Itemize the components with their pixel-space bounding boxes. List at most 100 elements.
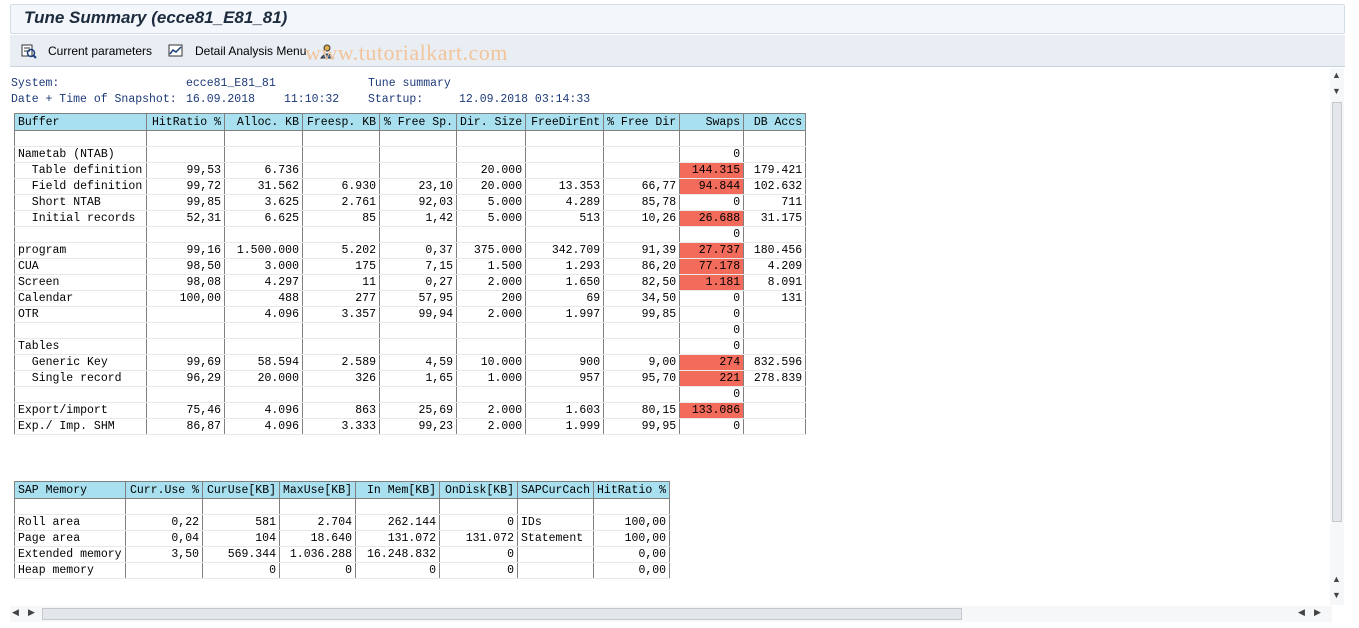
column-header[interactable]: FreeDirEnt [525,113,605,131]
table-cell: 25,69 [379,402,457,419]
vertical-scrollbar[interactable]: ▲ ▼ ▲ ▼ [1330,68,1344,605]
column-header[interactable]: DB Accs [743,113,807,131]
table-cell: 75,46 [146,402,225,419]
scroll-down-bottom-icon[interactable]: ▼ [1332,590,1341,600]
table-cell: 100,00 [146,290,225,307]
table-row: program 99,16 1.500.000 5.202 0,37 375.000 342… [14,242,807,259]
table-cell: 20.000 [224,370,303,387]
scroll-right-icon[interactable]: ▶ [28,607,35,618]
column-header[interactable]: MaxUse[KB] [278,481,357,499]
table-cell [455,322,527,339]
vertical-scroll-thumb[interactable] [1332,102,1342,522]
table-cell [525,146,605,163]
table-cell [302,146,380,163]
table-cell: 133.086 [679,402,745,419]
column-header[interactable]: SAPCurCach [517,481,595,499]
column-header[interactable]: Buffer [14,113,147,131]
table-cell: 1.293 [525,258,605,275]
table-cell: 16.248.832 [355,546,441,563]
table-cell: 2.000 [455,274,527,291]
table-cell: 0 [679,338,745,355]
table-cell: 58.594 [224,354,303,371]
column-header[interactable]: Swaps [679,113,745,131]
memory-header-row: SAP Memory Curr.Use % CurUse[KB] MaxUse[KB]… [14,481,671,499]
table-cell: 131.072 [439,530,519,547]
scroll-down-icon[interactable]: ▼ [1332,86,1341,96]
column-header[interactable]: OnDisk[KB] [439,481,519,499]
table-cell [224,338,303,355]
table-cell: Calendar [14,290,147,307]
table-cell [224,146,303,163]
table-cell: 0,00 [593,546,671,563]
detail-analysis-menu-button[interactable]: Detail Analysis Menu [167,41,306,61]
table-cell: 9,00 [603,354,681,371]
table-cell: Page area [14,530,126,547]
scroll-left-icon[interactable]: ◀ [12,607,19,618]
table-cell: Generic Key [14,354,147,371]
table-cell: 2.761 [302,194,380,211]
column-header[interactable]: Freesp. KB [302,113,380,131]
table-cell: 99,85 [146,194,225,211]
table-cell [202,498,280,515]
watermark: www.tutorialkart.com [305,40,508,65]
column-header[interactable]: % Free Dir [603,113,681,131]
table-cell: 7,15 [379,258,457,275]
table-row: Nametab (NTAB) 0 [14,146,807,163]
column-header[interactable]: Dir. Size [455,113,527,131]
column-header[interactable]: HitRatio % [593,481,671,499]
table-cell [743,402,807,419]
table-cell [603,338,681,355]
table-cell: 2.704 [278,514,357,531]
table-cell: 144.315 [679,162,745,179]
scroll-up-icon[interactable]: ▲ [1332,70,1341,80]
table-cell [603,322,681,339]
column-header[interactable]: Alloc. KB [224,113,303,131]
table-cell [146,306,225,323]
system-header: System: ecce81_E81_81 Tune summary Date … [11,77,590,109]
table-row: Roll area 0,22 581 2.704 262.144 0 IDs 100,00 [14,514,671,531]
table-cell [455,386,527,403]
scroll-left-end-icon[interactable]: ◀ [1298,607,1305,618]
table-cell [379,146,457,163]
table-cell: 0,22 [125,514,203,531]
table-cell [14,226,147,243]
table-cell: 1.500.000 [224,242,303,259]
table-cell: Nametab (NTAB) [14,146,147,163]
scroll-up-bottom-icon[interactable]: ▲ [1332,574,1341,584]
table-cell: 99,72 [146,178,225,195]
table-cell: 99,16 [146,242,225,259]
table-cell: 0 [439,546,519,563]
table-cell: 27.737 [679,242,745,259]
table-cell: 86,20 [603,258,681,275]
table-cell: 5.000 [455,194,527,211]
column-header[interactable]: CurUse[KB] [202,481,280,499]
column-header[interactable]: SAP Memory [14,481,126,499]
table-cell: 11 [302,274,380,291]
table-cell: 98,08 [146,274,225,291]
table-row: Extended memory 3,50 569.344 1.036.288 16.24… [14,546,671,563]
scroll-right-end-icon[interactable]: ▶ [1314,607,1321,618]
table-cell: 20.000 [455,162,527,179]
horizontal-scroll-thumb[interactable] [42,608,962,620]
table-row: Export/import 75,46 4.096 863 25,69 2.000 1.60… [14,402,807,419]
table-cell [146,130,225,147]
table-cell: 4.289 [525,194,605,211]
column-header[interactable]: In Mem[KB] [355,481,441,499]
table-cell [302,322,380,339]
table-cell: 0 [679,418,745,435]
current-parameters-button[interactable]: Current parameters [20,41,152,61]
table-row: 0 [14,226,807,243]
column-header[interactable]: HitRatio % [146,113,225,131]
table-cell: 0 [202,562,280,579]
table-cell: 10.000 [455,354,527,371]
table-cell: 863 [302,402,380,419]
horizontal-scrollbar[interactable]: ◀ ▶ ◀ ▶ [10,606,1332,622]
table-cell [525,338,605,355]
table-cell: Initial records [14,210,147,227]
column-header[interactable]: % Free Sp. [379,113,457,131]
window-title: Tune Summary (ecce81_E81_81) [24,8,288,27]
column-header[interactable]: Curr.Use % [125,481,203,499]
table-cell [517,562,595,579]
table-cell: 1,65 [379,370,457,387]
table-cell: 52,31 [146,210,225,227]
